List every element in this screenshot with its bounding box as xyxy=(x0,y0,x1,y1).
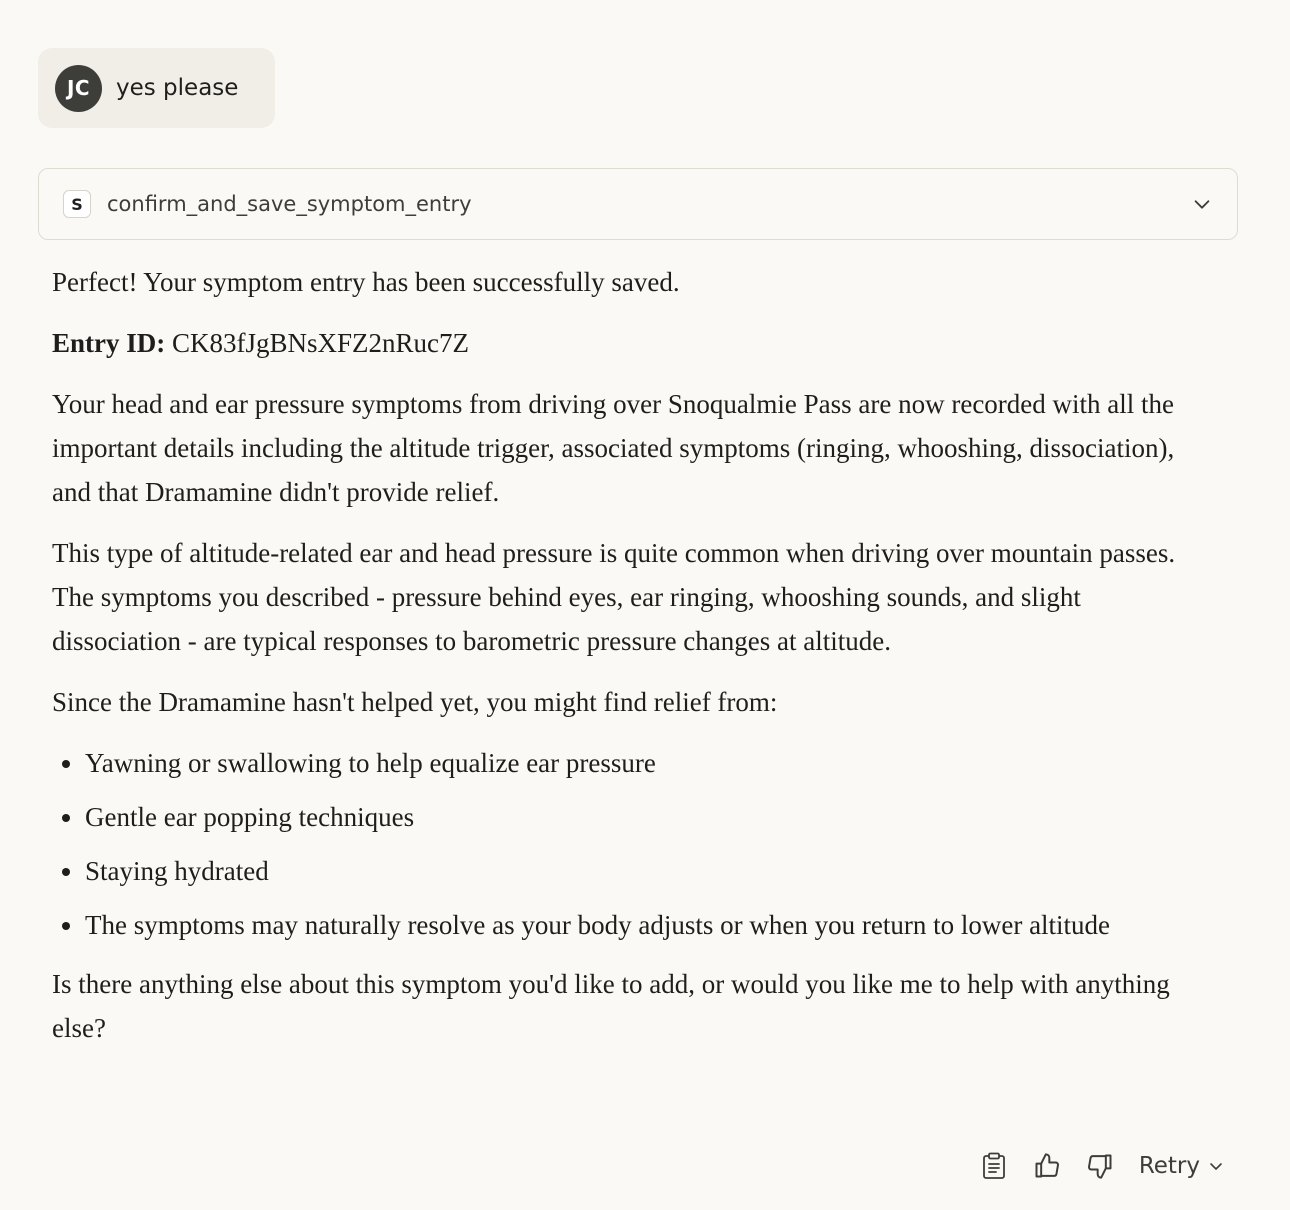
thumbs-up-icon xyxy=(1035,1153,1059,1178)
response-closing: Is there anything else about this sympto… xyxy=(52,969,1170,1043)
tool-badge: S xyxy=(63,190,91,218)
list-item: Staying hydrated xyxy=(85,849,1202,893)
list-item: Gentle ear popping techniques xyxy=(85,795,1202,839)
entry-id-value: CK83fJgBNsXFZ2nRuc7Z xyxy=(172,328,470,358)
retry-label: Retry xyxy=(1138,1153,1200,1179)
entry-id-label: Entry ID: xyxy=(52,328,166,358)
response-paragraph-1: Your head and ear pressure symptoms from… xyxy=(52,389,1175,507)
response-paragraph-3: Since the Dramamine hasn't helped yet, y… xyxy=(52,687,778,717)
list-item: Yawning or swallowing to help equalize e… xyxy=(85,741,1202,785)
thumbs-down-icon xyxy=(1087,1154,1112,1179)
user-avatar[interactable]: JC xyxy=(55,64,102,112)
response-intro: Perfect! Your symptom entry has been suc… xyxy=(52,267,680,297)
tips-list: Yawning or swallowing to help equalize e… xyxy=(52,741,1202,947)
tool-call-name: confirm_and_save_symptom_entry xyxy=(107,192,472,216)
thumbs-up-button[interactable] xyxy=(1033,1152,1061,1180)
chevron-down-icon xyxy=(1210,1163,1222,1170)
user-message: JC yes please xyxy=(38,48,275,128)
retry-button[interactable]: Retry xyxy=(1139,1153,1224,1179)
thumbs-down-button[interactable] xyxy=(1086,1152,1114,1180)
list-item: The symptoms may naturally resolve as yo… xyxy=(85,903,1202,947)
assistant-response: Perfect! Your symptom entry has been suc… xyxy=(52,260,1202,1067)
user-message-text: yes please xyxy=(116,75,239,101)
tool-call-panel[interactable]: S confirm_and_save_symptom_entry xyxy=(38,168,1238,240)
message-actions: Retry xyxy=(980,1144,1224,1188)
response-paragraph-2: This type of altitude-related ear and he… xyxy=(52,538,1176,656)
entry-id-line: Entry ID: CK83fJgBNsXFZ2nRuc7Z xyxy=(52,321,1202,365)
copy-button[interactable] xyxy=(980,1152,1008,1180)
chevron-down-icon[interactable] xyxy=(1191,193,1213,215)
clipboard-icon xyxy=(982,1152,1005,1179)
